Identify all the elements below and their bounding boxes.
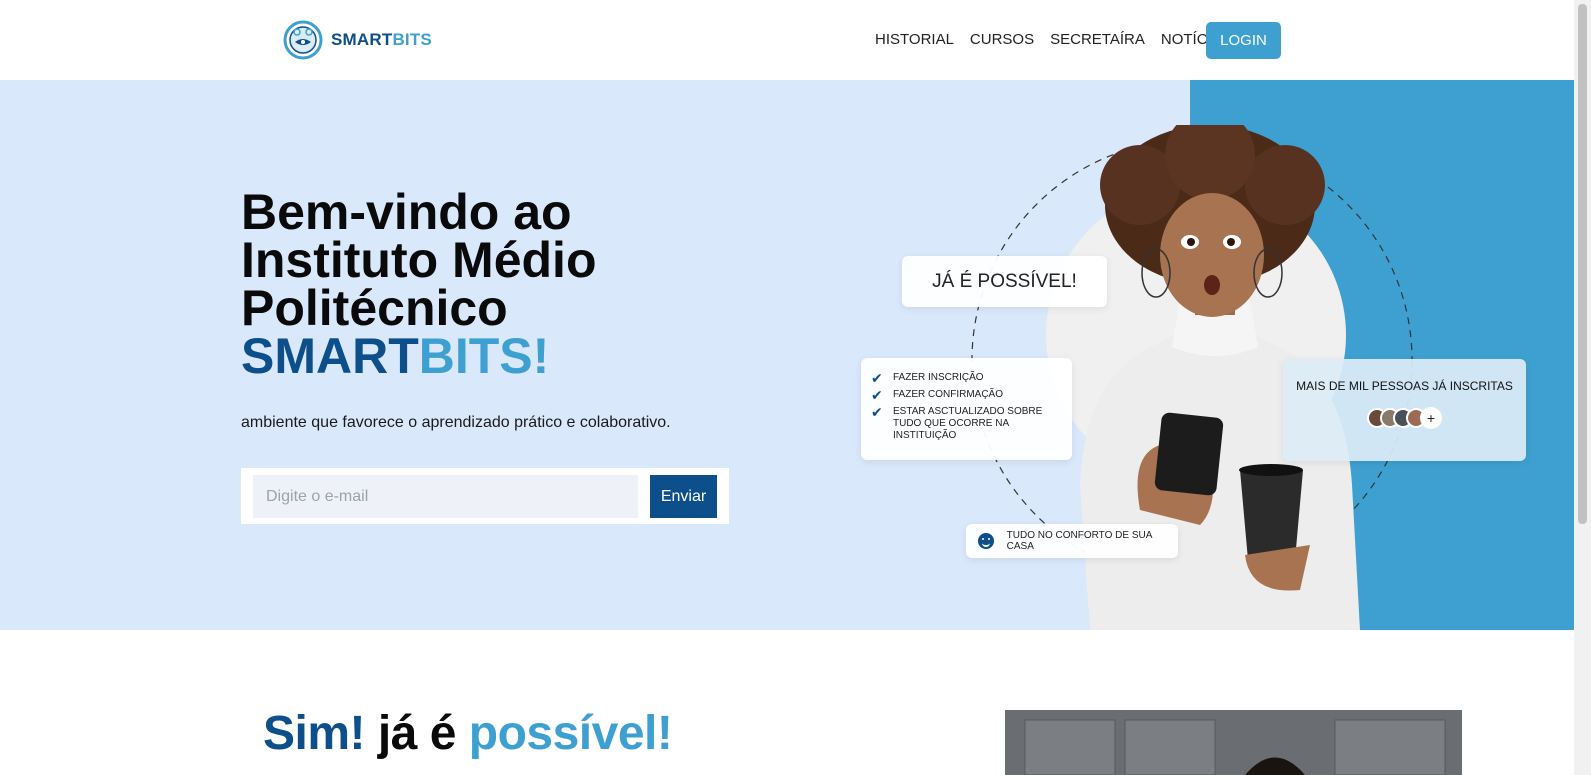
scrollbar-thumb[interactable] (1578, 4, 1587, 524)
section2-title: Sim! já é possível! (263, 706, 673, 761)
section2-title-possivel: possível! (468, 707, 673, 760)
section2-title-ja-e: já é (377, 707, 457, 760)
newsletter-form: Enviar (241, 468, 729, 524)
checkmark-icon: ✔ (871, 370, 883, 386)
people-card-label: MAIS DE MIL PESSOAS JÁ INSCRITAS (1296, 379, 1513, 393)
main-nav: HISTORIAL CURSOS SECRETAÍRA NOTÍCIAS (875, 31, 1232, 48)
send-button[interactable]: Enviar (650, 475, 717, 518)
logo[interactable]: SMARTBITS (283, 20, 432, 60)
avatar-group: + (1367, 407, 1442, 429)
site-header: SMARTBITS HISTORIAL CURSOS SECRETAÍRA NO… (0, 0, 1574, 80)
hero-subtitle: ambiente que favorece o aprendizado prát… (241, 414, 671, 431)
section2-title-sim: Sim! (263, 707, 366, 760)
nav-historial[interactable]: HISTORIAL (875, 31, 954, 48)
checklist-item: ✔ ESTAR ASCTUALIZADO SOBRE TUDO QUE OCOR… (871, 404, 1072, 442)
logo-text-smart: SMART (331, 30, 393, 49)
hero-brand-bits: BITS! (418, 328, 550, 384)
people-card: MAIS DE MIL PESSOAS JÁ INSCRITAS + (1283, 359, 1526, 461)
comfort-card-label: TUDO NO CONFORTO DE SUA CASA (1006, 530, 1152, 552)
comfort-card: TUDO NO CONFORTO DE SUA CASA (966, 524, 1178, 558)
email-input[interactable] (253, 475, 638, 518)
section2-photo (1005, 710, 1462, 775)
checklist-item: ✔ FAZER INSCRIÇÃO (871, 370, 1072, 386)
page-scrollbar[interactable] (1574, 0, 1591, 775)
hero-brand-smart: SMART (241, 328, 419, 384)
checklist-item-label: FAZER CONFIRMAÇÃO (893, 389, 1004, 400)
possible-card: JÁ É POSSÍVEL! (902, 256, 1107, 307)
checklist-item-label: ESTAR ASCTUALIZADO SOBRE TUDO QUE OCORRE… (893, 406, 1043, 441)
smiley-icon (978, 533, 994, 549)
plus-icon: + (1420, 407, 1442, 429)
nav-secretaria[interactable]: SECRETAÍRA (1050, 31, 1145, 48)
hero-title: Bem-vindo ao Instituto Médio Politécnico… (241, 187, 597, 381)
logo-text-bits: BITS (392, 30, 432, 49)
logo-text: SMARTBITS (331, 30, 432, 50)
login-button[interactable]: LOGIN (1206, 22, 1281, 59)
checklist-card: ✔ FAZER INSCRIÇÃO ✔ FAZER CONFIRMAÇÃO ✔ … (861, 358, 1072, 460)
checklist-item: ✔ FAZER CONFIRMAÇÃO (871, 387, 1072, 403)
nav-cursos[interactable]: CURSOS (970, 31, 1034, 48)
checkmark-icon: ✔ (871, 387, 883, 403)
hero-section: Bem-vindo ao Instituto Médio Politécnico… (0, 80, 1574, 630)
checkmark-icon: ✔ (871, 404, 883, 420)
logo-emblem-icon (283, 20, 323, 60)
checklist-item-label: FAZER INSCRIÇÃO (893, 372, 984, 383)
kitchen-photo-image (1005, 710, 1462, 775)
